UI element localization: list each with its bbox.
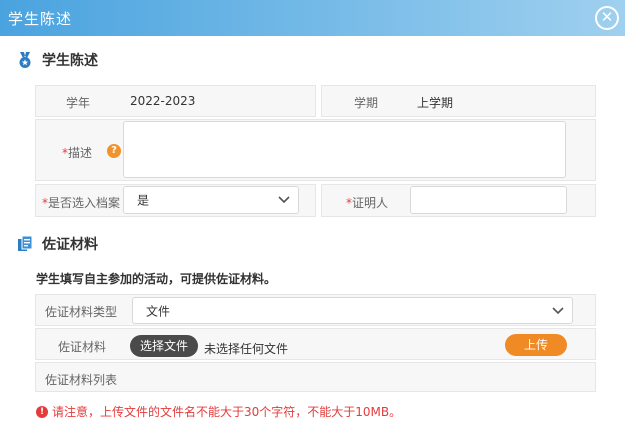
evidence-type-label: 佐证材料类型: [45, 305, 118, 319]
description-label: *描述: [62, 146, 93, 160]
archive-select-value: 是: [137, 193, 150, 208]
section-student-statement-header: 学生陈述: [16, 50, 98, 70]
section-evidence-header: 佐证材料: [16, 234, 98, 254]
upload-button[interactable]: 上传: [505, 334, 567, 356]
term-value: 上学期: [417, 96, 454, 110]
witness-label: *证明人: [346, 196, 389, 210]
evidence-list-label: 佐证材料列表: [45, 373, 118, 387]
alert-icon: !: [36, 405, 48, 418]
upload-warning: ! 请注意，上传文件的文件名不能大于30个字符，不能大于10MB。: [36, 403, 401, 420]
description-textarea[interactable]: [123, 121, 566, 178]
section-title: 学生陈述: [42, 53, 98, 69]
chevron-down-icon: [552, 306, 564, 314]
term-label: 学期: [354, 96, 379, 110]
dialog-title: 学生陈述: [8, 10, 73, 28]
archive-label: *是否选入档案: [42, 196, 121, 210]
help-icon[interactable]: ?: [107, 144, 121, 158]
year-value: 2022-2023: [130, 94, 196, 108]
evidence-type-value: 文件: [146, 304, 171, 318]
evidence-note: 学生填写自主参加的活动，可提供佐证材料。: [36, 272, 277, 286]
warning-text: 请注意，上传文件的文件名不能大于30个字符，不能大于10MB。: [52, 405, 402, 419]
evidence-type-select[interactable]: 文件: [132, 297, 573, 324]
medal-icon: [19, 52, 31, 68]
evidence-file-label: 佐证材料: [58, 340, 107, 354]
evidence-list-cell: [35, 362, 596, 392]
document-icon: [18, 235, 33, 251]
archive-select[interactable]: 是: [123, 186, 299, 214]
year-label: 学年: [66, 96, 91, 110]
section-title: 佐证材料: [42, 237, 98, 253]
chevron-down-icon: [278, 196, 290, 204]
close-icon[interactable]: ✕: [595, 6, 619, 30]
file-status-text: 未选择任何文件: [204, 342, 289, 356]
choose-file-button[interactable]: 选择文件: [130, 335, 198, 357]
witness-input[interactable]: [410, 186, 567, 214]
dialog-titlebar: 学生陈述 ✕: [0, 0, 625, 36]
